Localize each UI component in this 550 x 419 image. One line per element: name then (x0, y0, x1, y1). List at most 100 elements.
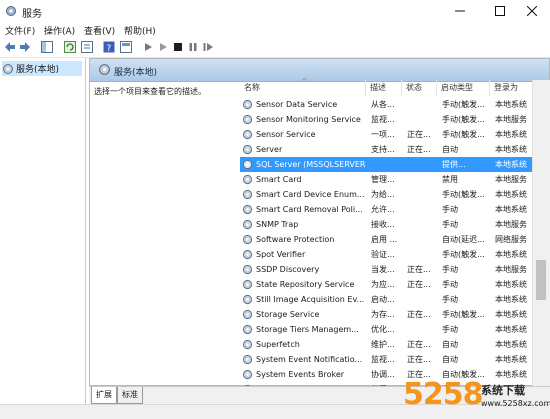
service-logon-as: 本地系统 (495, 310, 527, 319)
service-name: System Events Broker (256, 370, 345, 379)
service-status: 正在... (407, 280, 431, 289)
service-description: 监视... (371, 115, 395, 124)
services-list: Sensor Data Service 从各... 手动(触发... 本地系统 Sens… (240, 97, 532, 387)
service-logon-as: 本地服务 (495, 115, 527, 124)
service-name: Sensor Data Service (256, 100, 338, 109)
minimize-button[interactable] (442, 0, 478, 22)
watermark-url: www.5258xz.com (481, 399, 550, 408)
service-row[interactable]: Spot Verifier 验证... 手动(触发... 本地系统 (240, 247, 532, 262)
service-name: Software Protection (256, 235, 335, 244)
tab-extended[interactable]: 扩展 (91, 387, 117, 404)
service-name: State Repository Service (256, 280, 355, 289)
site-watermark: 5258 系统下载 www.5258xz.com (395, 377, 550, 418)
service-name: Storage Service (256, 310, 320, 319)
play-icon (144, 42, 152, 51)
service-row[interactable]: System Event Notificatio... 监视... 正在... 自动 本… (240, 352, 532, 367)
description-hint: 选择一个项目来查看它的描述。 (94, 87, 206, 96)
vertical-scrollbar[interactable] (532, 80, 550, 386)
menu-file[interactable]: 文件(F) (5, 24, 35, 37)
service-startup-type: 手动(触发... (442, 310, 485, 319)
service-row[interactable]: Superfetch 维护... 正在... 自动 本地系统 (240, 337, 532, 352)
service-logon-as: 本地系统 (495, 340, 527, 349)
service-name: System Event Notificatio... (256, 355, 363, 364)
close-button[interactable] (514, 0, 550, 22)
scrollbar-thumb[interactable] (536, 260, 546, 300)
services-app-icon (6, 6, 16, 16)
service-name: Server (256, 145, 283, 154)
service-row[interactable]: Smart Card 管理... 禁用 本地服务 (240, 172, 532, 187)
service-description: 一项... (371, 130, 395, 139)
help-button[interactable]: ? (102, 40, 115, 53)
service-row[interactable]: Software Protection 启用 ... 自动(延迟... 网络服务 (240, 232, 532, 247)
stop-icon (173, 42, 182, 51)
service-description: 当发... (371, 265, 395, 274)
service-row[interactable]: Storage Service 为存... 正在... 手动(触发... 本地系统 (240, 307, 532, 322)
menu-view[interactable]: 查看(V) (84, 24, 115, 37)
maximize-button[interactable] (482, 0, 518, 22)
help-icon: ? (103, 41, 114, 53)
minimize-icon (455, 10, 465, 12)
service-logon-as: 本地系统 (495, 190, 527, 199)
service-row[interactable]: Smart Card Removal Poli... 允许... 手动 本地系统 (240, 202, 532, 217)
refresh-button[interactable] (63, 40, 76, 53)
service-name: Sensor Service (256, 130, 316, 139)
service-logon-as: 本地服务 (495, 265, 527, 274)
service-row[interactable]: Storage Tiers Managem... 优化... 手动 本地系统 (240, 322, 532, 337)
service-logon-as: 本地系统 (495, 100, 527, 109)
service-startup-type: 手动(触发... (442, 190, 485, 199)
service-name: Smart Card Removal Poli... (256, 205, 363, 214)
column-header-description[interactable]: 描述 (366, 80, 402, 96)
service-row[interactable]: SNMP Trap 接收... 手动 本地服务 (240, 217, 532, 232)
service-row[interactable]: Sensor Data Service 从各... 手动(触发... 本地系统 (240, 97, 532, 112)
column-header-logon-as[interactable]: 登录为 (490, 80, 532, 96)
tree-node-services-local[interactable]: 服务(本地) (2, 61, 82, 76)
service-name: Superfetch (256, 340, 300, 349)
properties-icon (119, 40, 132, 53)
service-startup-type: 手动 (442, 220, 458, 229)
column-header-status[interactable]: 状态 (402, 80, 437, 96)
watermark-number: 5258 (403, 377, 483, 412)
service-status: 正在... (407, 340, 431, 349)
start-service-button[interactable] (141, 40, 154, 53)
service-row[interactable]: Sensor Service 一项... 正在... 手动(触发... 本地系统 (240, 127, 532, 142)
service-description: 为给... (371, 190, 395, 199)
service-name: Spot Verifier (256, 250, 306, 259)
service-startup-type: 自动 (442, 145, 458, 154)
service-row[interactable]: SQL Server (MSSQLSERVER) 提供... 本地系统 (240, 157, 532, 172)
service-name: Still Image Acquisition Ev... (256, 295, 365, 304)
service-row[interactable]: Sensor Monitoring Service 监视... 手动(触发... 本地… (240, 112, 532, 127)
restart-icon (203, 42, 213, 51)
column-header-startup-type[interactable]: 启动类型 (437, 80, 490, 96)
export-button[interactable] (80, 40, 93, 53)
stop-service-button[interactable] (171, 40, 184, 53)
column-header-name[interactable]: 名称 (240, 80, 366, 96)
properties-button[interactable] (119, 40, 132, 53)
service-row[interactable]: Server 支持... 正在... 自动 本地系统 (240, 142, 532, 157)
service-startup-type: 自动 (442, 340, 458, 349)
service-logon-as: 本地系统 (495, 145, 527, 154)
service-description: 为存... (371, 310, 395, 319)
service-startup-type: 手动(触发... (442, 130, 485, 139)
pause-service-button[interactable] (186, 40, 199, 53)
service-startup-type: 手动 (442, 325, 458, 334)
service-logon-as: 网络服务 (495, 235, 527, 244)
show-tree-button[interactable] (40, 40, 53, 53)
menu-action[interactable]: 操作(A) (44, 24, 75, 37)
watermark-label: 系统下载 (481, 384, 525, 397)
service-startup-type: 手动(触发... (442, 115, 485, 124)
back-button[interactable] (3, 40, 16, 53)
service-name: SQL Server (MSSQLSERVER) (256, 160, 366, 169)
service-status: 正在... (407, 130, 431, 139)
service-description: 允许... (371, 205, 395, 214)
service-row[interactable]: Still Image Acquisition Ev... 启动... 手动 本地系统 (240, 292, 532, 307)
service-row[interactable]: Smart Card Device Enum... 为给... 手动(触发... 本地… (240, 187, 532, 202)
service-status: 正在... (407, 265, 431, 274)
service-row[interactable]: SSDP Discovery 当发... 正在... 手动 本地服务 (240, 262, 532, 277)
start-service-2-button[interactable] (156, 40, 169, 53)
restart-service-button[interactable] (201, 40, 214, 53)
service-row[interactable]: State Repository Service 为应... 正在... 手动 本地系统 (240, 277, 532, 292)
tab-standard[interactable]: 标准 (117, 387, 143, 404)
forward-button[interactable] (18, 40, 31, 53)
menu-help[interactable]: 帮助(H) (124, 24, 156, 37)
service-logon-as: 本地系统 (495, 355, 527, 364)
